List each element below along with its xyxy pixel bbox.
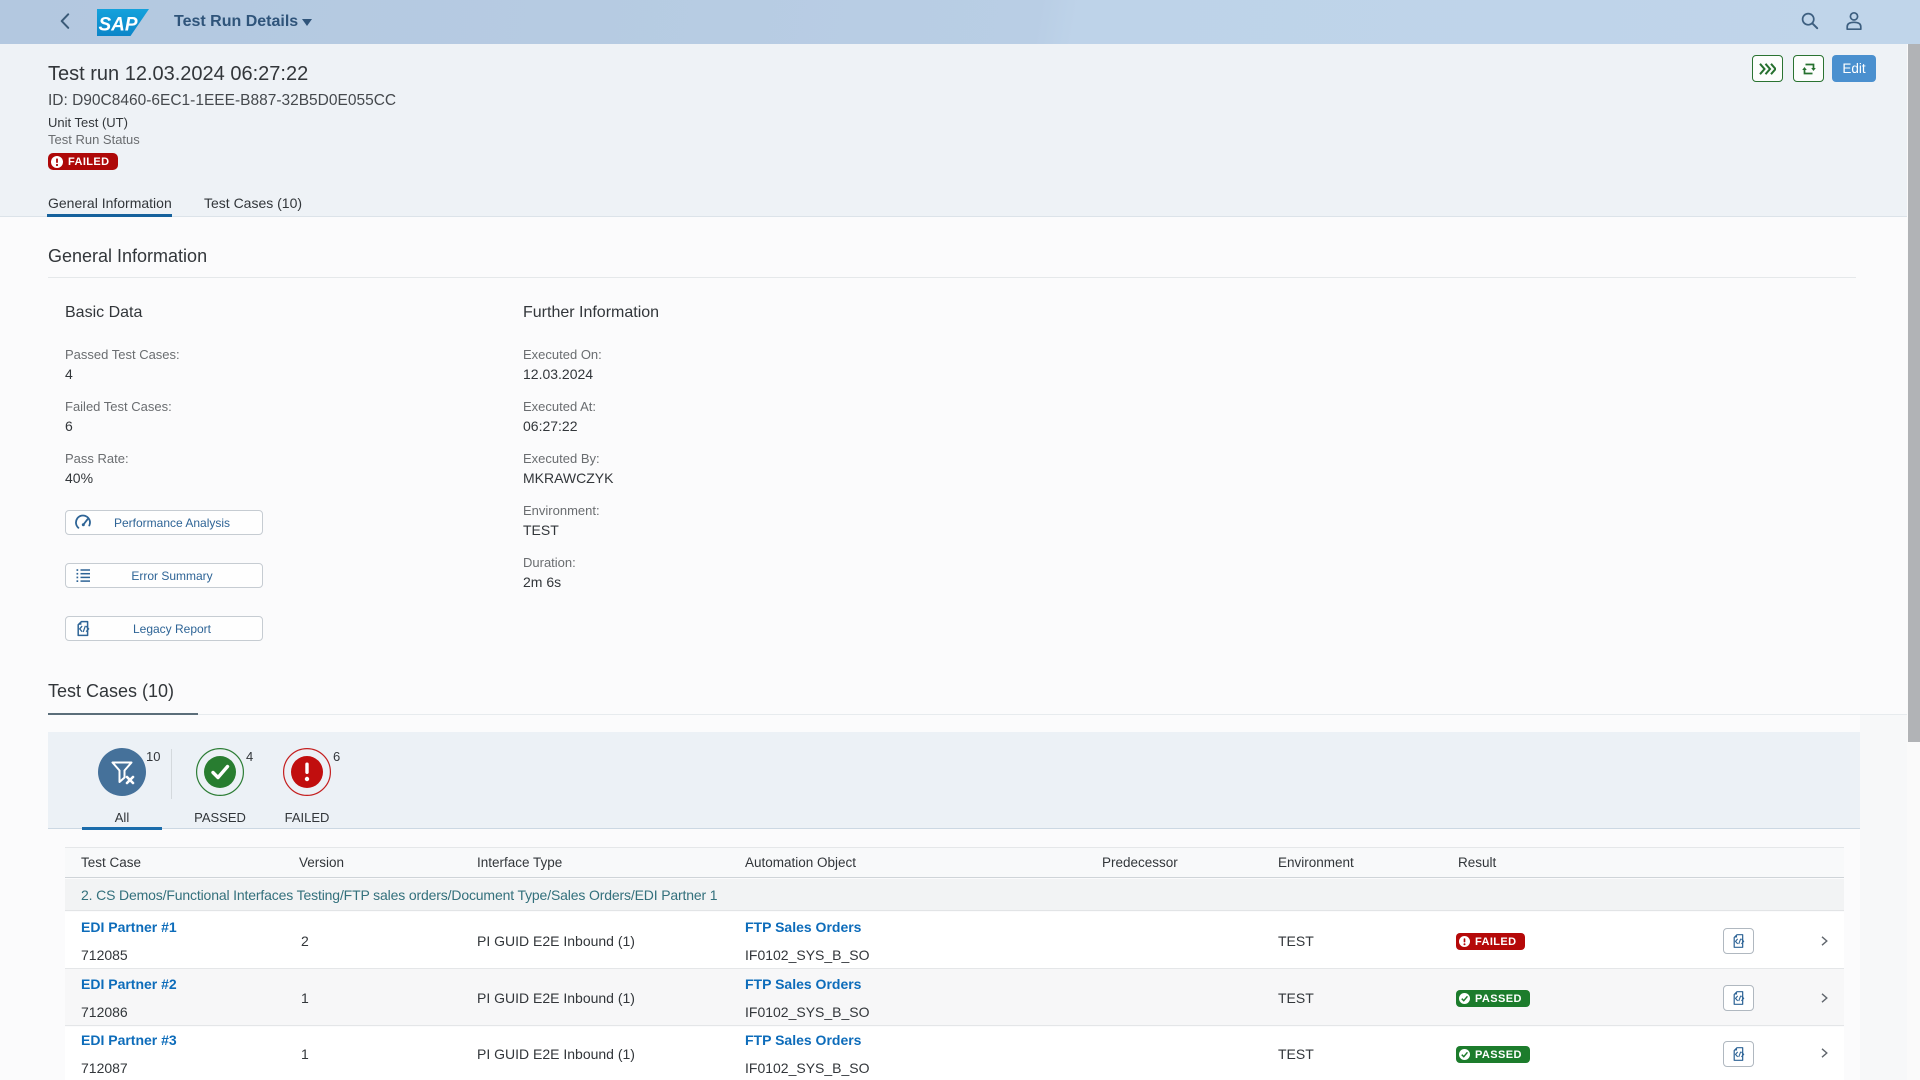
- svg-text:SAP: SAP: [99, 15, 138, 36]
